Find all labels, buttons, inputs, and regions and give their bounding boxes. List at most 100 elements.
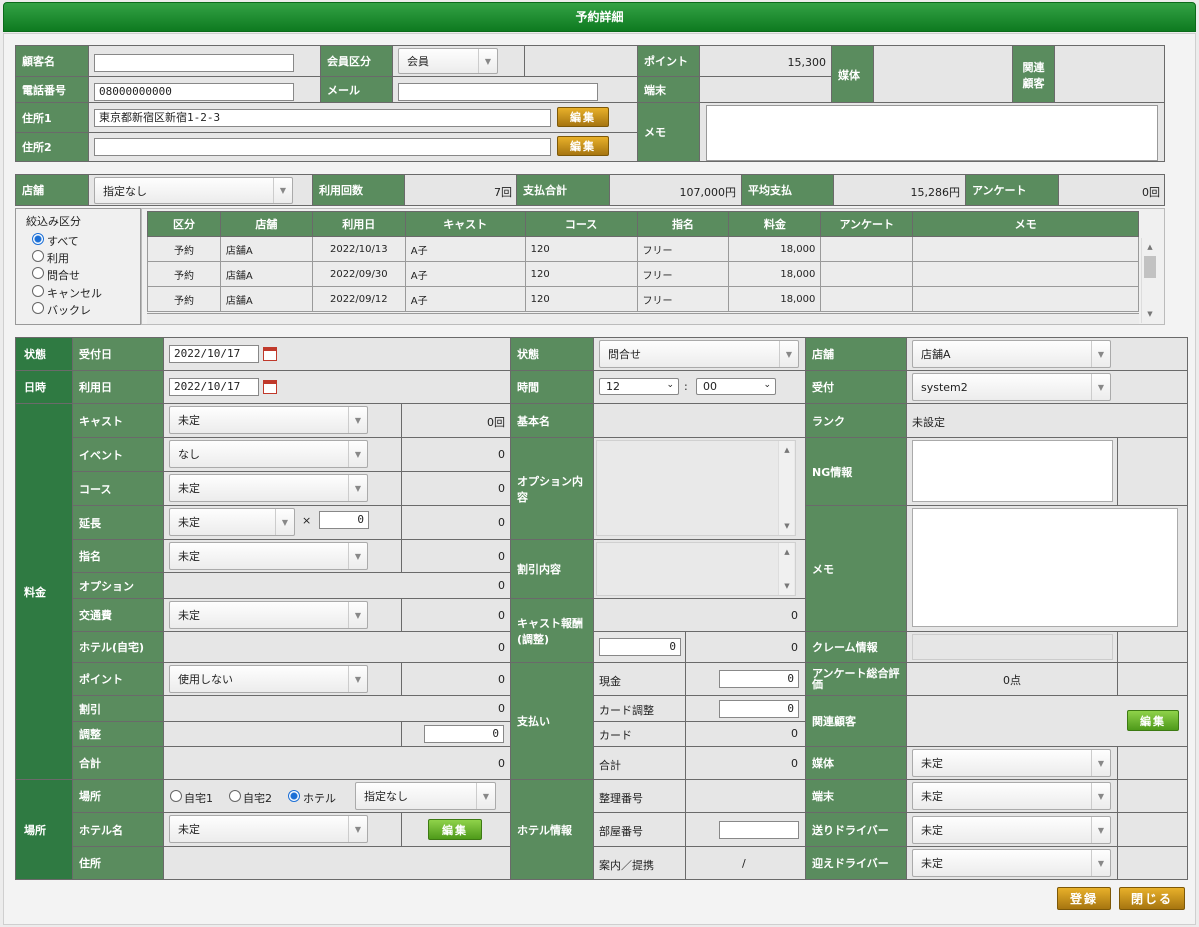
claim-info-field[interactable] bbox=[912, 634, 1113, 660]
history-cell bbox=[820, 236, 914, 262]
table-row[interactable]: 予約 店舗A 2022/09/30 A子 120 フリー 18,000 bbox=[147, 261, 1139, 287]
history-col-survey: アンケート bbox=[820, 211, 914, 237]
cast-select[interactable]: 未定 ▼ bbox=[169, 406, 368, 434]
scroll-up-icon[interactable]: ▲ bbox=[1142, 240, 1158, 254]
time-label: 時間 bbox=[510, 370, 594, 404]
reservation-memo-label: メモ bbox=[805, 505, 907, 632]
related-customer-edit-button[interactable]: 編集 bbox=[1127, 710, 1179, 731]
hotel-edit-button[interactable]: 編集 bbox=[428, 819, 482, 840]
send-driver-select[interactable]: 未定 ▼ bbox=[912, 816, 1111, 844]
scroll-down-icon[interactable]: ▼ bbox=[1142, 307, 1158, 321]
state-select-value: 問合せ bbox=[608, 348, 641, 361]
pickup-driver-select[interactable]: 未定 ▼ bbox=[912, 849, 1111, 877]
event-select-value: なし bbox=[178, 448, 200, 461]
history-col-store: 店舗 bbox=[219, 211, 313, 237]
event-select[interactable]: なし ▼ bbox=[169, 440, 368, 468]
received-date-input[interactable]: 2022/10/17 bbox=[169, 345, 259, 363]
scroll-up-icon[interactable]: ▲ bbox=[779, 443, 795, 457]
member-type-select[interactable]: 会員 ▼ bbox=[398, 48, 498, 74]
use-date-input[interactable]: 2022/10/17 bbox=[169, 378, 259, 396]
reservation-memo-textarea[interactable] bbox=[912, 508, 1178, 627]
room-number-input[interactable] bbox=[719, 821, 799, 839]
customer-memo-textarea[interactable] bbox=[706, 105, 1158, 161]
ng-info-label: NG情報 bbox=[805, 437, 907, 506]
table-row[interactable]: 予約 店舗A 2022/10/13 A子 120 フリー 18,000 bbox=[147, 236, 1139, 262]
history-cell: フリー bbox=[636, 261, 730, 287]
point-use-select[interactable]: 使用しない ▼ bbox=[169, 665, 368, 693]
address2-edit-button[interactable]: 編集 bbox=[557, 136, 609, 156]
scroll-down-icon[interactable]: ▼ bbox=[779, 579, 795, 593]
hotel-name-select[interactable]: 未定 ▼ bbox=[169, 815, 368, 843]
place-radio-home1[interactable] bbox=[170, 790, 182, 802]
discount-content-scrollbar[interactable]: ▲ ▼ bbox=[778, 543, 794, 595]
transport-select[interactable]: 未定 ▼ bbox=[169, 601, 368, 629]
filter-radio-all[interactable] bbox=[32, 233, 44, 245]
minute-select[interactable]: 00 ⌄ bbox=[696, 378, 776, 395]
cash-label: 現金 bbox=[599, 675, 621, 688]
option-content-area[interactable] bbox=[596, 440, 796, 536]
cash-input[interactable]: 0 bbox=[719, 670, 799, 688]
filter-option-cancel: キャンセル bbox=[47, 287, 102, 300]
average-pay-value: 15,286円 bbox=[910, 186, 961, 199]
history-scrollbar[interactable]: ▲ ▼ bbox=[1141, 238, 1157, 323]
cast-count-value: 0回 bbox=[487, 416, 505, 429]
point-label: ポイント bbox=[637, 45, 700, 77]
option-label: オプション bbox=[72, 572, 164, 599]
cast-reward-adjust-value: 0 bbox=[791, 641, 798, 654]
place-radio-home2[interactable] bbox=[229, 790, 241, 802]
media-label: 媒体 bbox=[831, 45, 874, 104]
history-cell: 18,000 bbox=[728, 236, 822, 262]
mail-input[interactable] bbox=[398, 83, 598, 101]
history-header-row: 区分 店舗 利用日 キャスト コース 指名 料金 アンケート メモ bbox=[147, 211, 1139, 237]
scroll-up-icon[interactable]: ▲ bbox=[779, 545, 795, 559]
terminal-select[interactable]: 未定 ▼ bbox=[912, 782, 1111, 810]
customer-name-input[interactable] bbox=[94, 54, 294, 72]
place-group-label: 場所 bbox=[15, 779, 73, 880]
hour-select[interactable]: 12 ⌄ bbox=[599, 378, 679, 395]
address1-edit-button[interactable]: 編集 bbox=[557, 107, 609, 127]
scroll-down-icon[interactable]: ▼ bbox=[779, 519, 795, 533]
adjust-label: 調整 bbox=[72, 721, 164, 747]
card-adjust-input[interactable]: 0 bbox=[719, 700, 799, 718]
phone-input[interactable]: 08000000000 bbox=[94, 83, 294, 101]
calendar-icon[interactable] bbox=[263, 347, 277, 361]
scroll-thumb[interactable] bbox=[1144, 256, 1156, 278]
place-label: 場所 bbox=[72, 779, 164, 813]
address1-input[interactable]: 東京都新宿区新宿1-2-3 bbox=[94, 109, 551, 127]
filter-radio-cancel[interactable] bbox=[32, 285, 44, 297]
adjust-input[interactable]: 0 bbox=[424, 725, 504, 743]
filter-radio-inquiry[interactable] bbox=[32, 267, 44, 279]
extension-select[interactable]: 未定 ▼ bbox=[169, 508, 295, 536]
filter-radio-use[interactable] bbox=[32, 250, 44, 262]
place-select[interactable]: 指定なし ▼ bbox=[355, 782, 496, 810]
payment-total-label: 支払合計 bbox=[516, 174, 610, 206]
close-button[interactable]: 閉じる bbox=[1119, 887, 1185, 910]
nominate-select[interactable]: 未定 ▼ bbox=[169, 542, 368, 570]
calendar-icon[interactable] bbox=[263, 380, 277, 394]
course-select[interactable]: 未定 ▼ bbox=[169, 474, 368, 502]
stats-store-select[interactable]: 指定なし ▼ bbox=[94, 177, 293, 204]
store-select[interactable]: 店舗A ▼ bbox=[912, 340, 1111, 368]
media-select[interactable]: 未定 ▼ bbox=[912, 749, 1111, 777]
register-button[interactable]: 登録 bbox=[1057, 887, 1111, 910]
cast-reward-input[interactable]: 0 bbox=[599, 638, 681, 656]
reception-select[interactable]: system2 ▼ bbox=[912, 373, 1111, 401]
extension-count-input[interactable]: 0 bbox=[319, 511, 369, 529]
address1-label: 住所1 bbox=[15, 102, 89, 133]
point-value: 15,300 bbox=[787, 56, 827, 69]
hour-select-value: 12 bbox=[606, 380, 620, 393]
discount-content-area[interactable] bbox=[596, 542, 796, 596]
filter-radio-noshow[interactable] bbox=[32, 302, 44, 314]
table-row[interactable]: 予約 店舗A 2022/09/12 A子 120 フリー 18,000 bbox=[147, 286, 1139, 312]
address2-input[interactable] bbox=[94, 138, 551, 156]
pay-total-value: 0 bbox=[791, 757, 798, 770]
chevron-down-icon: ▼ bbox=[348, 475, 367, 501]
phone-label: 電話番号 bbox=[15, 76, 89, 103]
ng-info-textarea[interactable] bbox=[912, 440, 1113, 502]
state-select[interactable]: 問合せ ▼ bbox=[599, 340, 799, 368]
option-content-scrollbar[interactable]: ▲ ▼ bbox=[778, 441, 794, 535]
place-radio-hotel[interactable] bbox=[288, 790, 300, 802]
dialog-title-bar: 予約詳細 bbox=[3, 2, 1196, 32]
related-customer-label: 関連顧客 bbox=[1012, 45, 1055, 104]
history-cell: 2022/09/12 bbox=[311, 286, 406, 312]
